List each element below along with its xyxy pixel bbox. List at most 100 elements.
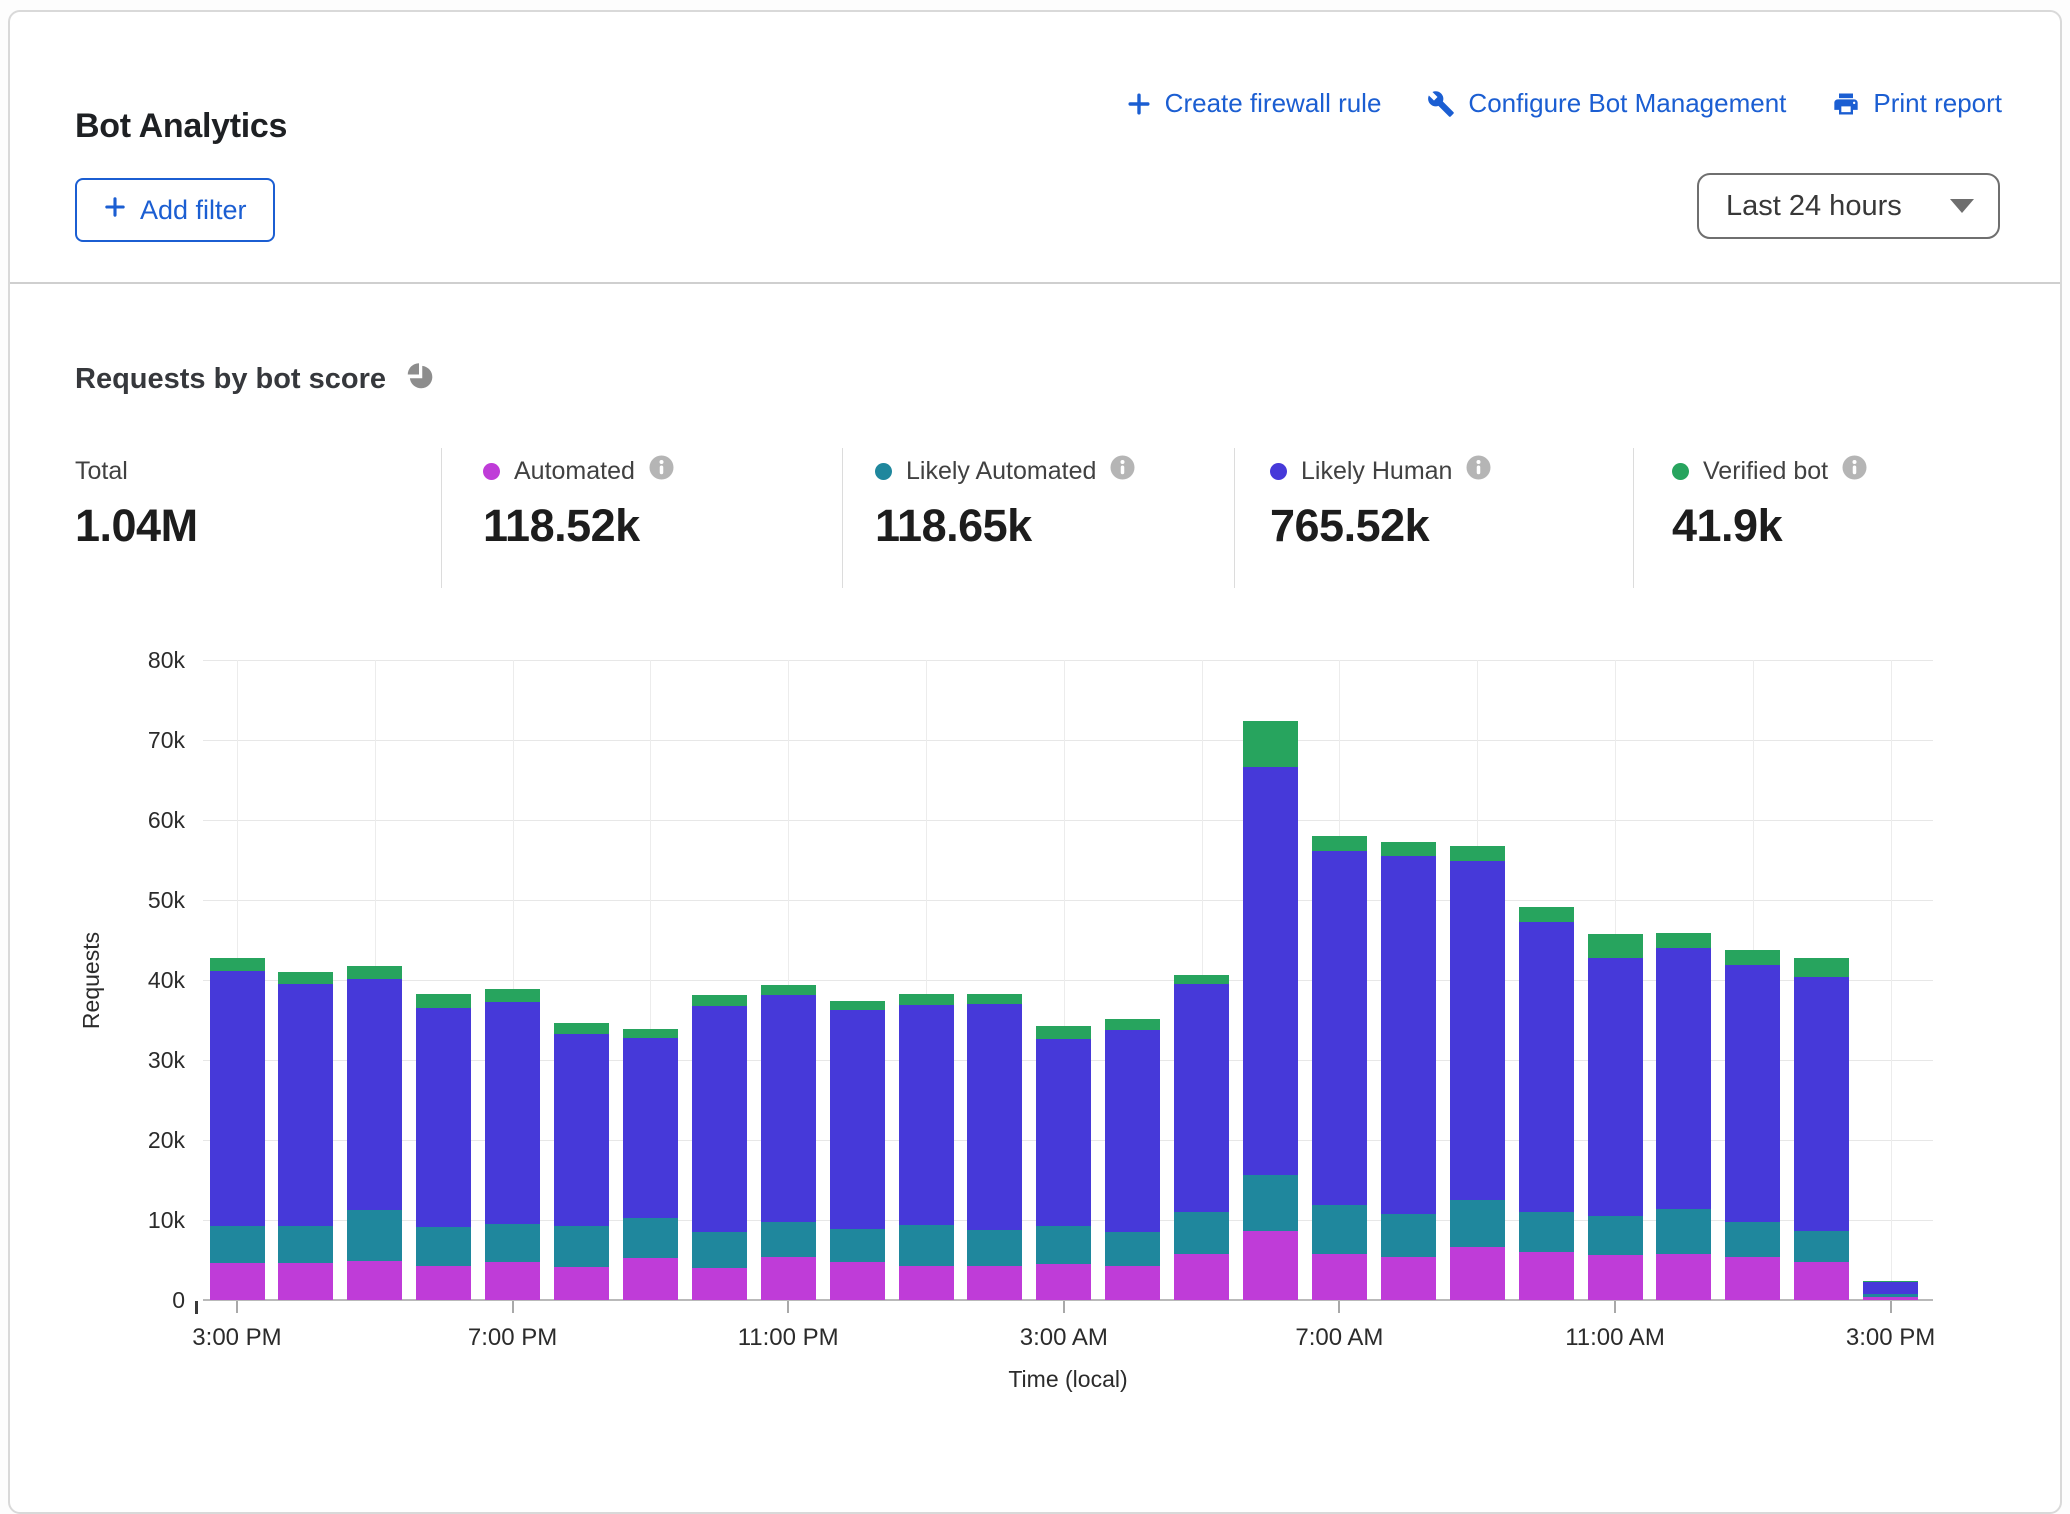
bar-segment-likely-human: [278, 984, 333, 1226]
bar-segment-likely-human: [1312, 851, 1367, 1205]
bar-1-00-am[interactable]: [899, 660, 954, 1300]
y-axis-tick-label: 80k: [111, 646, 185, 674]
y-axis-title: Requests: [71, 660, 113, 1300]
bar-segment-likely-human: [1588, 958, 1643, 1216]
x-axis-tick-label: 3:00 PM: [147, 1324, 327, 1352]
bar-3-00-pm-24[interactable]: [1863, 660, 1918, 1300]
configure-bot-management-link[interactable]: Configure Bot Management: [1427, 88, 1786, 119]
bar-segment-likely-human: [1656, 948, 1711, 1209]
bar-segment-likely-automated: [347, 1210, 402, 1260]
bar-10-00-pm[interactable]: [692, 660, 747, 1300]
bar-segment-verified-bot: [1381, 842, 1436, 856]
bar-segment-automated: [899, 1266, 954, 1300]
bar-segment-verified-bot: [1725, 950, 1780, 964]
stat-total-value: 1.04M: [75, 500, 198, 552]
stat-total: Total 1.04M: [75, 456, 198, 552]
bar-segment-likely-automated: [1105, 1232, 1160, 1266]
bar-2-00-pm-23[interactable]: [1794, 660, 1849, 1300]
y-axis-tick-label: 60k: [111, 806, 185, 834]
printer-icon: [1832, 90, 1860, 118]
stat-likely-human-value: 765.52k: [1270, 500, 1491, 552]
bar-segment-automated: [967, 1266, 1022, 1300]
plus-icon: [1126, 91, 1152, 117]
bar-4-00-am-13[interactable]: [1105, 660, 1160, 1300]
bar-segment-verified-bot: [1519, 907, 1574, 922]
plus-icon: [103, 195, 127, 226]
bar-segment-likely-automated: [1243, 1175, 1298, 1231]
stat-total-label: Total: [75, 457, 128, 486]
legend-dot-automated: [483, 463, 500, 480]
bar-segment-verified-bot: [554, 1023, 609, 1033]
bar-11-00-am-20[interactable]: [1588, 660, 1643, 1300]
bar-segment-likely-automated: [1519, 1212, 1574, 1252]
x-axis-tick-label: 3:00 PM: [1801, 1324, 1981, 1352]
info-icon[interactable]: [1110, 455, 1135, 487]
bar-segment-verified-bot: [899, 994, 954, 1005]
bar-segment-likely-human: [1863, 1282, 1918, 1294]
create-firewall-rule-label: Create firewall rule: [1165, 88, 1382, 119]
legend-dot-verified-bot: [1672, 463, 1689, 480]
bar-segment-likely-automated: [210, 1226, 265, 1263]
stat-automated-value: 118.52k: [483, 500, 674, 552]
bar-segment-automated: [1381, 1257, 1436, 1300]
x-axis-tick-label: 7:00 PM: [423, 1324, 603, 1352]
y-axis-tick-label: 30k: [111, 1046, 185, 1074]
bar-12-00-am[interactable]: [830, 660, 885, 1300]
bar-segment-verified-bot: [1863, 1281, 1918, 1282]
bar-12-00-pm-21[interactable]: [1656, 660, 1711, 1300]
bar-1-00-pm-22[interactable]: [1725, 660, 1780, 1300]
bar-segment-verified-bot: [1312, 836, 1367, 851]
bar-segment-automated: [1656, 1254, 1711, 1300]
bar-10-00-am-19[interactable]: [1519, 660, 1574, 1300]
bar-3-00-am-12[interactable]: [1036, 660, 1091, 1300]
bar-segment-likely-human: [899, 1005, 954, 1225]
info-icon[interactable]: [1842, 455, 1867, 487]
bar-5-00-pm[interactable]: [347, 660, 402, 1300]
bar-6-00-am-15[interactable]: [1243, 660, 1298, 1300]
bar-7-00-pm[interactable]: [485, 660, 540, 1300]
bar-segment-likely-human: [1381, 856, 1436, 1214]
bar-7-00-am-16[interactable]: [1312, 660, 1367, 1300]
add-filter-button[interactable]: Add filter: [75, 178, 275, 242]
bar-segment-likely-automated: [623, 1218, 678, 1258]
time-range-select[interactable]: Last 24 hours: [1697, 173, 2000, 239]
bar-segment-likely-human: [1174, 984, 1229, 1212]
bar-3-00-pm[interactable]: [210, 660, 265, 1300]
bar-2-00-am[interactable]: [967, 660, 1022, 1300]
stat-likely-automated: Likely Automated 118.65k: [875, 456, 1135, 552]
info-icon[interactable]: [1466, 455, 1491, 487]
bar-11-00-pm[interactable]: [761, 660, 816, 1300]
bar-segment-likely-automated: [1863, 1294, 1918, 1297]
x-axis-title: Time (local): [203, 1366, 1933, 1393]
bar-4-00-pm[interactable]: [278, 660, 333, 1300]
stat-automated: Automated 118.52k: [483, 456, 674, 552]
print-report-label: Print report: [1873, 88, 2002, 119]
y-axis-tick-label: 0: [111, 1286, 185, 1314]
bar-8-00-pm[interactable]: [554, 660, 609, 1300]
x-axis-tick: [236, 1301, 238, 1313]
bar-segment-verified-bot: [692, 995, 747, 1006]
bar-segment-likely-human: [416, 1008, 471, 1227]
chevron-down-icon: [1950, 199, 1974, 213]
create-firewall-rule-link[interactable]: Create firewall rule: [1126, 88, 1382, 119]
bar-segment-automated: [1312, 1254, 1367, 1300]
bar-6-00-pm[interactable]: [416, 660, 471, 1300]
bar-segment-verified-bot: [210, 958, 265, 971]
bar-segment-verified-bot: [278, 972, 333, 984]
print-report-link[interactable]: Print report: [1832, 88, 2002, 119]
bar-segment-likely-automated: [1725, 1222, 1780, 1256]
section-title: Requests by bot score: [75, 363, 386, 396]
bar-segment-likely-human: [830, 1010, 885, 1228]
bar-segment-automated: [1519, 1252, 1574, 1300]
bar-segment-likely-human: [1105, 1030, 1160, 1232]
bar-8-00-am-17[interactable]: [1381, 660, 1436, 1300]
bar-9-00-am-18[interactable]: [1450, 660, 1505, 1300]
bar-segment-verified-bot: [1794, 958, 1849, 977]
bar-segment-automated: [210, 1263, 265, 1300]
bar-segment-automated: [1450, 1247, 1505, 1300]
info-icon[interactable]: [649, 455, 674, 487]
bar-5-00-am-14[interactable]: [1174, 660, 1229, 1300]
bar-9-00-pm[interactable]: [623, 660, 678, 1300]
x-axis-tick: [1063, 1301, 1065, 1313]
stat-verified-bot-value: 41.9k: [1672, 500, 1867, 552]
